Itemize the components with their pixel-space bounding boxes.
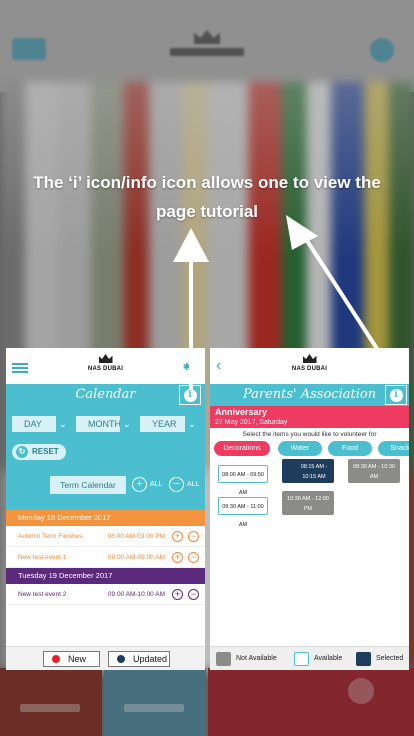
plus-circle-icon: + (132, 477, 147, 492)
calendar-header: NAS DUBAI ✱ (6, 348, 205, 384)
day-select[interactable]: DAY ⌄ (12, 416, 70, 432)
year-select[interactable]: YEAR ⌄ (140, 416, 199, 432)
slot-not-available: 10:30 AM - 12:00 PM Krishna Raj (282, 491, 334, 522)
calendar-titlebar: Calendar i (6, 384, 205, 406)
reset-button[interactable]: ↻ RESET (12, 444, 66, 460)
volunteer-category-tabs: Decorations Water Food Snack (210, 441, 409, 459)
term-calendar-button[interactable]: Term Calendar (50, 476, 126, 494)
reset-icon: ↻ (16, 446, 28, 458)
calendar-screen-preview: NAS DUBAI ✱ Calendar i DAY ⌄ MONTH ⌄ YEA… (6, 348, 205, 670)
red-dot-icon (52, 655, 60, 663)
day-header: Tuesday 19 December 2017 (6, 568, 205, 584)
event-row[interactable]: Autumn Term Finishes 08:00 AM-03:00 PM +… (6, 526, 205, 547)
add-icon[interactable]: + (172, 589, 183, 600)
info-button[interactable]: i (179, 385, 201, 405)
month-select[interactable]: MONTH ⌄ (76, 416, 134, 432)
event-row[interactable]: New test event 1 08:00 AM-09:00 AM + − (6, 547, 205, 568)
crown-icon (302, 354, 317, 363)
nas-dubai-logo: NAS DUBAI (210, 354, 409, 372)
tab-snack[interactable]: Snack (378, 441, 409, 456)
minus-circle-icon: − (169, 477, 184, 492)
info-icon: i (183, 388, 197, 402)
legend-updated[interactable]: Updated (108, 651, 170, 667)
expand-all-button[interactable]: + ALL (132, 476, 162, 494)
remove-icon[interactable]: − (188, 531, 199, 542)
navy-dot-icon (117, 655, 125, 663)
info-icon: i (389, 388, 403, 402)
crown-icon (98, 354, 113, 363)
chevron-down-icon: ⌄ (56, 416, 70, 432)
event-row[interactable]: New test event 2 09:00 AM-10:00 AM + − (6, 584, 205, 605)
availability-legend: Not Available Available Selected (210, 646, 409, 670)
legend-not-available: Not Available (216, 652, 277, 666)
legend-new[interactable]: New (43, 651, 100, 667)
chevron-down-icon: ⌄ (185, 416, 199, 432)
calendar-filters: DAY ⌄ MONTH ⌄ YEAR ⌄ ↻ RESET Term Calend… (6, 406, 205, 510)
slot-available[interactable]: 08:00 AM - 09:50 AM (218, 465, 268, 496)
page-title: Parents' Association (242, 387, 377, 402)
tab-water[interactable]: Water (278, 441, 322, 456)
slot-not-available: 08:30 AM - 10:30 AM Krishna Raj (348, 459, 400, 490)
day-header: Monday 18 December 2017 (6, 510, 205, 526)
parents-titlebar: Parents' Association i (210, 384, 409, 406)
tutorial-caption: The ‘i’ icon/info icon allows one to vie… (33, 173, 381, 221)
slot-available[interactable]: 09:30 AM - 11:00 AM (218, 497, 268, 528)
settings-icon[interactable]: ✱ (183, 362, 191, 373)
legend-available: Available (294, 652, 342, 666)
chevron-down-icon: ⌄ (120, 416, 134, 432)
tab-food[interactable]: Food (328, 441, 372, 456)
remove-icon[interactable]: − (188, 552, 199, 563)
collapse-all-button[interactable]: − ALL (169, 476, 199, 494)
add-icon[interactable]: + (172, 552, 183, 563)
slot-grid: 08:00 AM - 09:50 AM 08:15 AM - 10:15 AM … (210, 459, 409, 609)
calendar-legend: New Updated (6, 646, 205, 670)
parents-header: ‹ NAS DUBAI (210, 348, 409, 384)
slot-selected[interactable]: 08:15 AM - 10:15 AM sree (282, 459, 334, 490)
parents-association-screen-preview: ‹ NAS DUBAI Parents' Association i Anniv… (210, 348, 409, 670)
helper-text: Select the items you would like to volun… (242, 431, 377, 438)
page-title: Calendar (75, 387, 136, 402)
legend-selected: Selected (356, 652, 403, 666)
info-button[interactable]: i (385, 385, 407, 405)
add-icon[interactable]: + (172, 531, 183, 542)
nas-dubai-logo: NAS DUBAI (6, 354, 205, 372)
remove-icon[interactable]: − (188, 589, 199, 600)
event-banner: Anniversary 27 May 2017, Saturday (210, 406, 409, 428)
tab-decorations[interactable]: Decorations (214, 441, 270, 456)
